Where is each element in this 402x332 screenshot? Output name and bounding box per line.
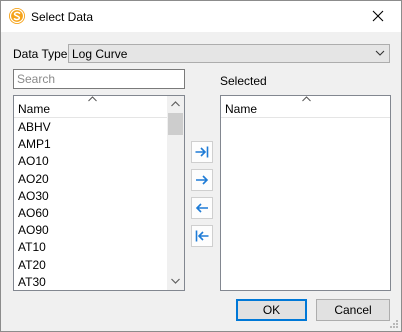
resize-grip-icon[interactable] (389, 319, 399, 329)
window-title: Select Data (31, 10, 94, 24)
selected-list[interactable]: Name (220, 95, 391, 291)
scroll-up-icon (171, 101, 180, 107)
scroll-up-button[interactable] (167, 96, 184, 113)
scroll-down-icon (171, 278, 180, 284)
close-button[interactable] (355, 1, 401, 32)
selected-label: Selected (220, 74, 267, 88)
list-item[interactable]: AO90 (14, 222, 167, 239)
list-item[interactable]: AMP1 (14, 136, 167, 153)
move-all-right-button[interactable] (191, 141, 213, 163)
app-logo-icon (9, 8, 25, 24)
move-left-button[interactable] (191, 197, 213, 219)
move-right-icon (196, 175, 209, 185)
close-icon (372, 10, 384, 22)
list-item[interactable]: AT20 (14, 257, 167, 274)
list-item[interactable]: AO60 (14, 205, 167, 222)
chevron-down-icon (375, 50, 385, 56)
available-rows: ABHV AMP1 AO10 AO20 AO30 AO60 AO90 AT10 … (14, 119, 167, 290)
sort-ascending-icon (302, 96, 311, 102)
list-item[interactable]: AT10 (14, 239, 167, 256)
list-item[interactable]: AO10 (14, 153, 167, 170)
sort-ascending-icon (88, 96, 97, 102)
data-type-dropdown[interactable]: Log Curve (68, 44, 390, 63)
ok-button[interactable]: OK (236, 299, 307, 321)
vertical-scrollbar[interactable] (167, 96, 184, 290)
selected-name-column-header[interactable]: Name (221, 96, 390, 118)
title-bar[interactable]: Select Data (1, 1, 401, 32)
move-all-left-icon (195, 230, 209, 242)
move-left-icon (195, 203, 208, 213)
column-header-label: Name (18, 102, 51, 116)
move-all-right-icon (195, 146, 209, 158)
column-header-label: Name (225, 102, 258, 116)
scrollbar-thumb[interactable] (168, 113, 183, 135)
search-input[interactable] (13, 69, 185, 89)
available-list[interactable]: Name ABHV AMP1 AO10 AO20 AO30 AO60 AO90 … (13, 95, 185, 291)
list-item[interactable]: AO30 (14, 188, 167, 205)
data-type-value: Log Curve (72, 47, 128, 61)
cancel-button[interactable]: Cancel (316, 299, 390, 321)
list-item[interactable]: AT30 (14, 274, 167, 290)
select-data-dialog: Select Data Data Type Log Curve Selected… (0, 0, 402, 332)
scroll-down-button[interactable] (167, 273, 184, 290)
available-name-column-header[interactable]: Name (14, 96, 167, 118)
data-type-label: Data Type (13, 47, 68, 61)
move-all-left-button[interactable] (191, 225, 213, 247)
list-item[interactable]: AO20 (14, 171, 167, 188)
list-item[interactable]: ABHV (14, 119, 167, 136)
move-right-button[interactable] (191, 169, 213, 191)
